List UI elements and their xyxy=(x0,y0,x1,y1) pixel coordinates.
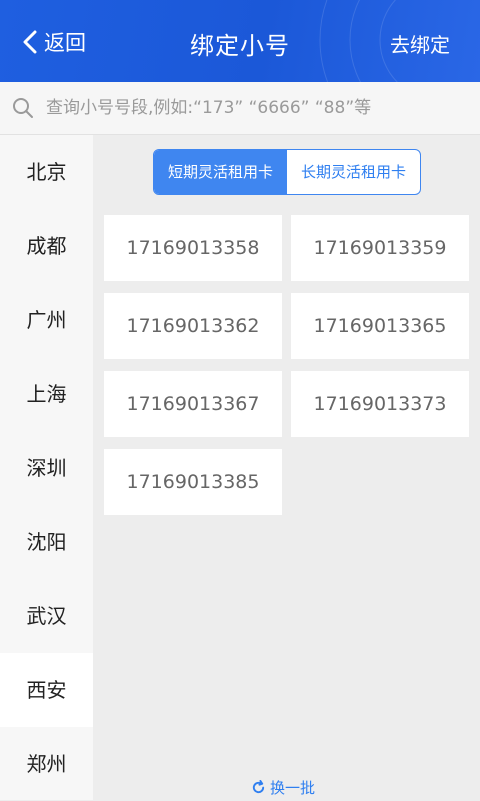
sidebar-item-wuhan[interactable]: 武汉 xyxy=(0,579,93,653)
sidebar-item-shanghai[interactable]: 上海 xyxy=(0,357,93,431)
sidebar-item-shenyang[interactable]: 沈阳 xyxy=(0,505,93,579)
go-bind-button[interactable]: 去绑定 xyxy=(390,29,450,58)
number-option[interactable]: 17169013365 xyxy=(291,293,469,359)
refresh-label: 换一批 xyxy=(270,779,316,797)
sidebar-item-shenzhen[interactable]: 深圳 xyxy=(0,431,93,505)
number-option[interactable]: 17169013373 xyxy=(291,371,469,437)
refresh-button[interactable]: 换一批 xyxy=(251,777,315,798)
card-type-tabs: 短期灵活租用卡 长期灵活租用卡 xyxy=(153,149,421,195)
header-bar: 返回 绑定小号 去绑定 xyxy=(0,0,480,82)
sidebar-item-zhengzhou[interactable]: 郑州 xyxy=(0,727,93,801)
number-option[interactable]: 17169013358 xyxy=(104,215,282,281)
number-option[interactable]: 17169013367 xyxy=(104,371,282,437)
sidebar-item-beijing[interactable]: 北京 xyxy=(0,135,93,209)
search-bar xyxy=(0,82,480,135)
refresh-icon xyxy=(252,780,265,794)
number-option[interactable]: 17169013362 xyxy=(104,293,282,359)
city-sidebar: 北京 成都 广州 上海 深圳 沈阳 武汉 西安 郑州 xyxy=(0,135,93,800)
number-panel: 短期灵活租用卡 长期灵活租用卡 17169013358 17169013359 … xyxy=(93,135,480,800)
search-icon xyxy=(13,98,33,118)
number-option[interactable]: 17169013385 xyxy=(104,449,282,515)
tab-short-term[interactable]: 短期灵活租用卡 xyxy=(154,150,287,194)
sidebar-item-xian[interactable]: 西安 xyxy=(0,653,93,727)
search-input[interactable] xyxy=(44,97,468,119)
sidebar-item-chengdu[interactable]: 成都 xyxy=(0,209,93,283)
sidebar-item-guangzhou[interactable]: 广州 xyxy=(0,283,93,357)
tab-long-term[interactable]: 长期灵活租用卡 xyxy=(287,150,420,194)
number-option[interactable]: 17169013359 xyxy=(291,215,469,281)
